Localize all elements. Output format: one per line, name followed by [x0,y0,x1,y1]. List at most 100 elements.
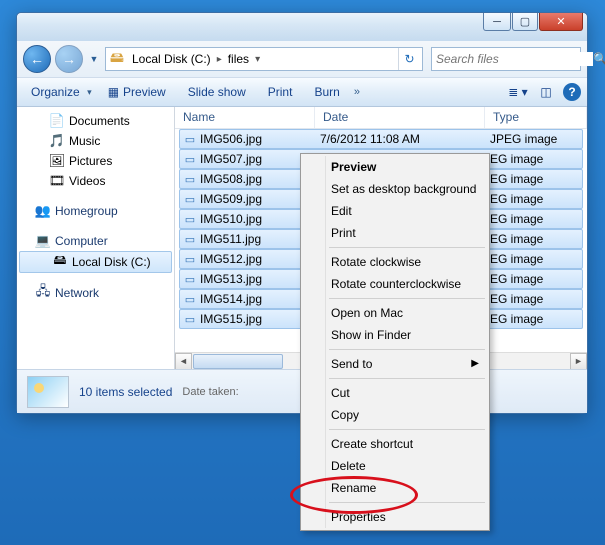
sidebar-item-music[interactable]: 🎵Music [17,131,174,151]
separator [329,378,485,379]
scroll-left-icon[interactable]: ◄ [175,353,192,370]
column-type[interactable]: Type [485,107,587,128]
ctx-cut[interactable]: Cut [303,382,487,404]
ctx-show-in-finder[interactable]: Show in Finder [303,324,487,346]
navigation-pane: 📄Documents 🎵Music 🖼Pictures 🎞Videos 👥Hom… [17,107,175,369]
image-file-icon: ▭ [180,273,200,286]
ctx-open-on-mac[interactable]: Open on Mac [303,302,487,324]
file-type: EG image [490,272,582,286]
ctx-rotate-cw[interactable]: Rotate clockwise [303,251,487,273]
image-file-icon: ▭ [180,213,200,226]
separator [329,429,485,430]
maximize-button[interactable]: ▢ [512,13,538,31]
print-button[interactable]: Print [260,82,301,102]
sidebar-item-videos[interactable]: 🎞Videos [17,171,174,191]
search-box[interactable]: 🔍 [431,47,581,71]
disk-icon: 🖴 [52,254,68,270]
command-bar: Organize ▦Preview Slide show Print Burn … [17,77,587,107]
preview-button[interactable]: ▦Preview [100,82,174,102]
sidebar-item-homegroup[interactable]: 👥Homegroup [17,201,174,221]
overflow-chevron-icon[interactable]: » [354,86,360,98]
folder-icon: 🖴 [108,50,126,68]
sidebar-item-pictures[interactable]: 🖼Pictures [17,151,174,171]
file-type: EG image [490,252,582,266]
address-bar[interactable]: 🖴 Local Disk (C:) ▸ files ▾ ↻ [105,47,423,71]
column-date[interactable]: Date [315,107,485,128]
ctx-properties[interactable]: Properties [303,506,487,528]
file-type: JPEG image [490,132,582,146]
file-type: EG image [490,152,582,166]
file-type: EG image [490,192,582,206]
sidebar-item-computer[interactable]: 💻Computer [17,231,174,251]
file-date: 7/6/2012 11:08 AM [320,132,490,146]
file-type: EG image [490,212,582,226]
ctx-print[interactable]: Print [303,222,487,244]
computer-icon: 💻 [35,233,51,249]
scroll-right-icon[interactable]: ► [570,353,587,370]
file-row[interactable]: ▭IMG506.jpg7/6/2012 11:08 AMJPEG image [179,129,583,149]
chevron-right-icon[interactable]: ▾ [255,54,260,65]
image-file-icon: ▭ [180,233,200,246]
burn-button[interactable]: Burn [306,82,347,102]
ctx-create-shortcut[interactable]: Create shortcut [303,433,487,455]
back-button[interactable]: ← [23,45,51,73]
image-file-icon: ▭ [180,133,200,146]
file-type: EG image [490,292,582,306]
navigation-bar: ← → ▼ 🖴 Local Disk (C:) ▸ files ▾ ↻ 🔍 [17,41,587,77]
file-type: EG image [490,232,582,246]
image-file-icon: ▭ [180,293,200,306]
separator [329,247,485,248]
image-file-icon: ▭ [180,193,200,206]
homegroup-icon: 👥 [35,203,51,219]
view-options-button[interactable]: ≣ ▾ [507,82,529,102]
file-name: IMG506.jpg [200,132,320,146]
file-type: EG image [490,172,582,186]
selection-thumbnail-icon [27,376,69,408]
minimize-button[interactable]: ─ [483,13,511,31]
chevron-right-icon[interactable]: ▸ [217,54,222,65]
organize-menu[interactable]: Organize [23,82,94,102]
ctx-copy[interactable]: Copy [303,404,487,426]
history-chevron-icon[interactable]: ▼ [87,49,101,69]
preview-pane-button[interactable]: ◫ [535,82,557,102]
documents-icon: 📄 [49,113,65,129]
refresh-button[interactable]: ↻ [398,48,420,70]
sidebar-item-documents[interactable]: 📄Documents [17,111,174,131]
image-file-icon: ▭ [180,313,200,326]
ctx-set-desktop-bg[interactable]: Set as desktop background [303,178,487,200]
ctx-delete[interactable]: Delete [303,455,487,477]
ctx-edit[interactable]: Edit [303,200,487,222]
column-headers: Name Date Type [175,107,587,129]
separator [329,349,485,350]
ctx-rename[interactable]: Rename [303,477,487,499]
ctx-send-to[interactable]: Send to▶ [303,353,487,375]
preview-icon: ▦ [108,85,119,99]
breadcrumb-localdisk[interactable]: Local Disk (C:) [128,52,215,66]
image-file-icon: ▭ [180,173,200,186]
help-button[interactable]: ? [563,83,581,101]
slideshow-button[interactable]: Slide show [180,82,254,102]
music-icon: 🎵 [49,133,65,149]
breadcrumb-files[interactable]: files [224,52,253,66]
scroll-thumb[interactable] [193,354,283,369]
sidebar-item-localdisk[interactable]: 🖴Local Disk (C:) [19,251,172,273]
context-menu: Preview Set as desktop background Edit P… [300,153,490,531]
column-name[interactable]: Name [175,107,315,128]
search-icon: 🔍 [593,52,605,66]
videos-icon: 🎞 [49,173,65,189]
submenu-arrow-icon: ▶ [471,358,479,369]
selection-meta: Date taken: [182,386,238,398]
ctx-preview[interactable]: Preview [303,156,487,178]
network-icon: 🖧 [35,285,51,301]
forward-button[interactable]: → [55,45,83,73]
separator [329,502,485,503]
ctx-rotate-ccw[interactable]: Rotate counterclockwise [303,273,487,295]
file-type: EG image [490,312,582,326]
image-file-icon: ▭ [180,153,200,166]
search-input[interactable] [436,52,593,66]
image-file-icon: ▭ [180,253,200,266]
pictures-icon: 🖼 [49,153,65,169]
separator [329,298,485,299]
sidebar-item-network[interactable]: 🖧Network [17,283,174,303]
close-button[interactable]: ✕ [539,13,583,31]
